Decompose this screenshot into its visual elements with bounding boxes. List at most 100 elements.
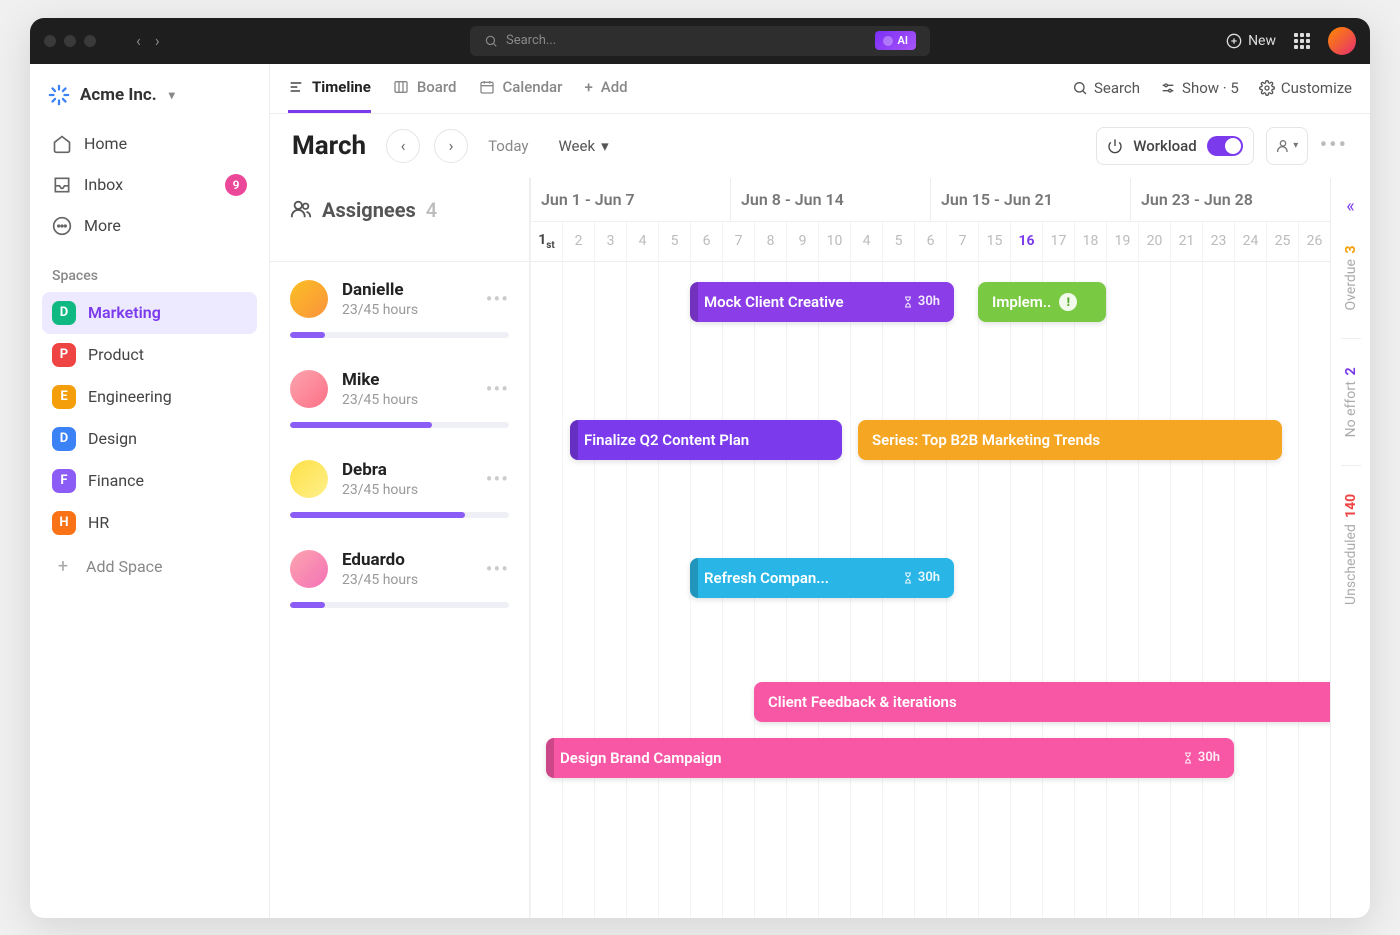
day-column-header[interactable]: 5 (882, 222, 914, 261)
day-column-header[interactable]: 9 (786, 222, 818, 261)
day-column-header[interactable]: 15 (978, 222, 1010, 261)
space-item-design[interactable]: DDesign (42, 418, 257, 460)
assignee-more[interactable]: ••• (486, 467, 509, 491)
space-item-marketing[interactable]: DMarketing (42, 292, 257, 334)
workload-toggle[interactable]: Workload (1096, 127, 1254, 165)
task-bar[interactable]: Finalize Q2 Content Plan (570, 420, 842, 460)
titlebar: ‹ › Search... AI New (30, 18, 1370, 64)
day-column-header[interactable]: 20 (1138, 222, 1170, 261)
more-options[interactable]: ••• (1320, 133, 1348, 158)
space-item-hr[interactable]: HHR (42, 502, 257, 544)
avatar (290, 550, 328, 588)
task-bar[interactable]: Client Feedback & iterations (754, 682, 1330, 722)
hourglass-icon (1182, 752, 1194, 764)
chevron-down-icon: ▾ (1293, 140, 1298, 151)
day-column-header[interactable]: 2 (562, 222, 594, 261)
search-placeholder: Search... (506, 33, 556, 48)
person-filter[interactable]: ▾ (1266, 127, 1308, 165)
space-item-finance[interactable]: FFinance (42, 460, 257, 502)
day-column-header[interactable]: 25 (1266, 222, 1298, 261)
spaces-heading: Spaces (42, 246, 257, 292)
assignees-header: Assignees 4 (270, 178, 529, 262)
tab-add-view[interactable]: + Add (584, 64, 627, 113)
today-button[interactable]: Today (488, 137, 528, 155)
task-label: Mock Client Creative (704, 293, 844, 311)
day-column-header[interactable]: 7 (946, 222, 978, 261)
day-column-header[interactable]: 1st (530, 222, 562, 261)
day-column-header[interactable]: 23 (1202, 222, 1234, 261)
people-icon (290, 198, 312, 220)
workload-bar (290, 422, 509, 428)
day-column-header[interactable]: 10 (818, 222, 850, 261)
next-button[interactable]: › (434, 129, 468, 163)
toggle-switch[interactable] (1207, 136, 1243, 156)
task-bar[interactable]: Mock Client Creative30h (690, 282, 954, 322)
assignee-row[interactable]: Eduardo 23/45 hours ••• (270, 532, 529, 622)
side-rail: « Overdue3 No effort2 Unscheduled140 (1330, 178, 1370, 918)
calendar-icon (479, 79, 495, 95)
forward-button[interactable]: › (155, 31, 160, 50)
tab-calendar[interactable]: Calendar (479, 64, 563, 113)
workspace-switcher[interactable]: Acme Inc. ▾ (42, 78, 257, 124)
apps-icon[interactable] (1294, 33, 1310, 49)
show-button[interactable]: Show · 5 (1160, 79, 1239, 97)
assignee-row[interactable]: Debra 23/45 hours ••• (270, 442, 529, 532)
plus-icon: + (584, 78, 592, 96)
tab-board[interactable]: Board (393, 64, 457, 113)
day-column-header[interactable]: 26 (1298, 222, 1330, 261)
new-button[interactable]: New (1226, 33, 1276, 49)
rail-unscheduled[interactable]: Unscheduled140 (1343, 494, 1359, 605)
day-column-header[interactable]: 7 (722, 222, 754, 261)
day-column-header[interactable]: 5 (658, 222, 690, 261)
nav-home[interactable]: Home (42, 124, 257, 164)
task-bar[interactable]: Implem..! (978, 282, 1106, 322)
timeline-icon (288, 79, 304, 95)
user-avatar[interactable] (1328, 27, 1356, 55)
timeline-grid[interactable]: Jun 1 - Jun 7Jun 8 - Jun 14Jun 15 - Jun … (530, 178, 1330, 918)
collapse-rail-button[interactable]: « (1346, 196, 1354, 217)
board-icon (393, 79, 409, 95)
space-label: Design (88, 429, 137, 448)
task-bar[interactable]: Refresh Compan...30h (690, 558, 954, 598)
day-column-header[interactable]: 4 (626, 222, 658, 261)
prev-button[interactable]: ‹ (386, 129, 420, 163)
day-column-header[interactable]: 16 (1010, 222, 1042, 261)
day-column-header[interactable]: 17 (1042, 222, 1074, 261)
task-bar[interactable]: Design Brand Campaign30h (546, 738, 1234, 778)
day-column-header[interactable]: 6 (914, 222, 946, 261)
assignee-more[interactable]: ••• (486, 377, 509, 401)
customize-button[interactable]: Customize (1259, 79, 1352, 97)
rail-overdue[interactable]: Overdue3 (1343, 245, 1359, 310)
day-column-header[interactable]: 6 (690, 222, 722, 261)
day-column-header[interactable]: 3 (594, 222, 626, 261)
day-column-header[interactable]: 21 (1170, 222, 1202, 261)
space-badge: D (52, 301, 76, 325)
assignee-row[interactable]: Mike 23/45 hours ••• (270, 352, 529, 442)
day-column-header[interactable]: 19 (1106, 222, 1138, 261)
home-icon (52, 134, 72, 154)
add-space-button[interactable]: + Add Space (42, 544, 257, 589)
range-selector[interactable]: Week▾ (558, 137, 608, 155)
global-search[interactable]: Search... AI (470, 26, 930, 56)
day-column-header[interactable]: 18 (1074, 222, 1106, 261)
window-controls[interactable] (44, 35, 96, 47)
back-button[interactable]: ‹ (136, 31, 141, 50)
nav-more[interactable]: More (42, 206, 257, 246)
ai-button[interactable]: AI (875, 31, 916, 50)
task-bar[interactable]: Series: Top B2B Marketing Trends (858, 420, 1282, 460)
search-button[interactable]: Search (1072, 79, 1140, 97)
tab-timeline[interactable]: Timeline (288, 64, 371, 113)
nav-inbox[interactable]: Inbox 9 (42, 164, 257, 206)
day-column-header[interactable]: 8 (754, 222, 786, 261)
rail-no-effort[interactable]: No effort2 (1343, 367, 1359, 437)
day-column-header[interactable]: 24 (1234, 222, 1266, 261)
assignee-more[interactable]: ••• (486, 287, 509, 311)
assignees-column: Assignees 4 Danielle 23/45 hours ••• Mik… (270, 178, 530, 918)
assignee-row[interactable]: Danielle 23/45 hours ••• (270, 262, 529, 352)
week-range: Jun 8 - Jun 14 (730, 178, 930, 221)
day-column-header[interactable]: 4 (850, 222, 882, 261)
space-item-engineering[interactable]: EEngineering (42, 376, 257, 418)
space-item-product[interactable]: PProduct (42, 334, 257, 376)
assignee-more[interactable]: ••• (486, 557, 509, 581)
task-duration: 30h (1182, 750, 1220, 765)
